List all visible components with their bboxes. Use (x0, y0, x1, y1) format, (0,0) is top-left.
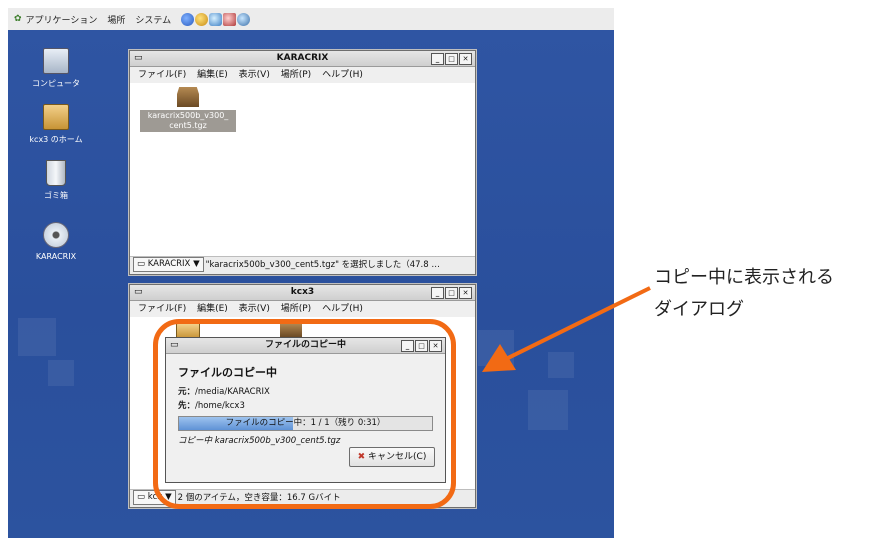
desktop-icon-label: コンピュータ (32, 79, 80, 88)
path-button[interactable]: ▭ KARACRIX ▼ (133, 257, 204, 272)
desktop-icon-label: KARACRIX (35, 252, 77, 261)
computer-icon (43, 48, 69, 74)
maximize-button[interactable]: □ (445, 287, 458, 299)
file-manager-window-karacrix[interactable]: ▭ KARACRIX _ □ ✕ ファイル(F) 編集(E) 表示(V) 場所(… (129, 50, 476, 275)
folder-icon: ▭ (134, 53, 143, 63)
places-menu[interactable]: 場所 (107, 13, 125, 26)
menu-bar: ファイル(F) 編集(E) 表示(V) 場所(P) ヘルプ(H) (130, 67, 475, 83)
trash-icon (46, 160, 66, 186)
menu-edit[interactable]: 編集(E) (197, 70, 228, 80)
minimize-button[interactable]: _ (431, 287, 444, 299)
callout-text: コピー中に表示される ダイアログ (654, 262, 874, 326)
file-label: karacrix500b_v300_ cent5.tgz (140, 110, 236, 132)
wallpaper-tile (18, 318, 56, 356)
status-bar: ▭ KARACRIX ▼ "karacrix500b_v300_cent5.tgz… (130, 256, 475, 274)
web-browser-icon[interactable] (181, 12, 195, 26)
cdrom-icon (43, 222, 69, 248)
dropdown-arrow-icon: ▼ (193, 259, 200, 269)
menu-edit[interactable]: 編集(E) (197, 304, 228, 314)
menu-places[interactable]: 場所(P) (281, 304, 311, 314)
callout-line: ダイアログ (654, 299, 744, 320)
window-title: KARACRIX (276, 53, 329, 63)
desktop-icon-label: kcx3 のホーム (29, 135, 83, 144)
desktop-icon-label: ゴミ箱 (44, 191, 68, 200)
highlight-ring (153, 319, 456, 509)
folder-icon: ▭ (137, 259, 146, 269)
callout-arrow (482, 286, 651, 372)
arrow-shaft (503, 286, 651, 362)
status-text: "karacrix500b_v300_cent5.tgz" を選択しました（47… (205, 260, 440, 270)
window-titlebar[interactable]: ▭ kcx3 _ □ ✕ (130, 285, 475, 301)
text-editor-icon[interactable] (223, 12, 237, 26)
desktop-icon-cdrom[interactable]: KARACRIX (16, 222, 96, 261)
home-folder-icon: ▭ (134, 287, 143, 297)
window-titlebar[interactable]: ▭ KARACRIX _ □ ✕ (130, 51, 475, 67)
help-icon[interactable] (209, 12, 223, 26)
path-button-label: KARACRIX (147, 259, 191, 269)
system-menu[interactable]: システム (135, 13, 171, 26)
desktop-icon-computer[interactable]: コンピュータ (16, 48, 96, 89)
home-folder-icon: ▭ (137, 492, 146, 502)
menu-places[interactable]: 場所(P) (281, 70, 311, 80)
wallpaper-tile (528, 390, 568, 430)
maximize-button[interactable]: □ (445, 53, 458, 65)
menu-view[interactable]: 表示(V) (239, 70, 270, 80)
menu-bar: ファイル(F) 編集(E) 表示(V) 場所(P) ヘルプ(H) (130, 301, 475, 317)
settings-icon[interactable] (237, 12, 251, 26)
home-folder-icon (43, 104, 69, 130)
desktop-icon-home[interactable]: kcx3 のホーム (16, 104, 96, 145)
mail-icon[interactable] (195, 12, 209, 26)
callout-line: コピー中に表示される (654, 267, 834, 288)
file-label-line: cent5.tgz (169, 121, 207, 130)
close-button[interactable]: ✕ (459, 53, 472, 65)
menu-view[interactable]: 表示(V) (239, 304, 270, 314)
file-label-line: karacrix500b_v300_ (147, 111, 229, 120)
menu-file[interactable]: ファイル(F) (138, 70, 186, 80)
menu-help[interactable]: ヘルプ(H) (322, 304, 363, 314)
top-panel: ✿ アプリケーション 場所 システム (8, 8, 614, 31)
applications-menu[interactable]: アプリケーション (26, 13, 98, 26)
minimize-button[interactable]: _ (431, 53, 444, 65)
desktop-icon-trash[interactable]: ゴミ箱 (16, 160, 96, 201)
archive-icon (177, 87, 199, 107)
menu-file[interactable]: ファイル(F) (138, 304, 186, 314)
wallpaper-tile (48, 360, 74, 386)
window-title: kcx3 (290, 287, 315, 297)
menu-help[interactable]: ヘルプ(H) (322, 70, 363, 80)
file-item[interactable]: karacrix500b_v300_ cent5.tgz (140, 87, 236, 132)
foot-icon[interactable]: ✿ (14, 14, 22, 24)
